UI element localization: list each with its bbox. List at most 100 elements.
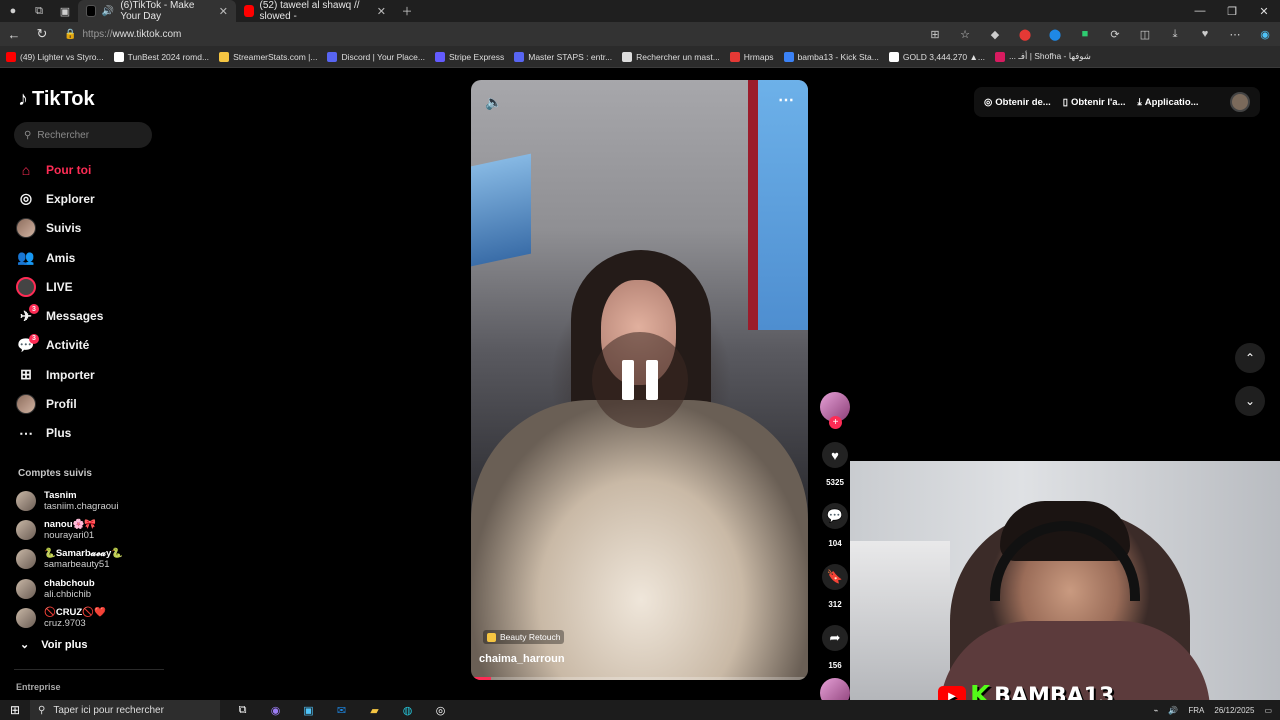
video-author[interactable]: chaima_harroun bbox=[479, 653, 565, 665]
author-avatar[interactable]: + bbox=[820, 392, 850, 429]
effect-tag[interactable]: Beauty Retouch bbox=[483, 630, 565, 644]
bookmark[interactable]: TunBest 2024 romd... bbox=[113, 51, 209, 62]
url-protocol: https:// bbox=[82, 28, 113, 40]
minimize-icon[interactable]: — bbox=[1184, 5, 1216, 18]
network-icon[interactable]: ⌁ bbox=[1154, 706, 1159, 715]
split-screen-icon[interactable]: ◫ bbox=[1130, 28, 1160, 41]
follow-plus-icon[interactable]: + bbox=[829, 416, 842, 429]
bookmark[interactable]: bamba13 - Kick Sta... bbox=[783, 51, 879, 62]
tiktok-logo[interactable]: ♪ TikTok bbox=[18, 88, 95, 111]
bookmark[interactable]: ... أفـ | Shofha - شوفها bbox=[994, 51, 1091, 62]
tab-actions-icon[interactable]: ▣ bbox=[52, 0, 78, 22]
save-action[interactable]: 🔖 312 bbox=[820, 564, 850, 609]
app-available-icon[interactable]: ⊞ bbox=[920, 28, 950, 41]
close-tab-icon[interactable]: ✕ bbox=[377, 5, 386, 18]
extensions-puzzle-icon[interactable]: ⟳ bbox=[1100, 28, 1130, 41]
window-close-icon[interactable]: ✕ bbox=[1248, 5, 1280, 18]
task-view-icon[interactable]: ⧉ bbox=[226, 704, 259, 717]
extension-icon[interactable]: ■ bbox=[1070, 28, 1100, 41]
language-indicator[interactable]: FRA bbox=[1188, 706, 1204, 715]
user-avatar[interactable] bbox=[1230, 92, 1250, 112]
bookmark-favicon-icon bbox=[783, 51, 794, 62]
sidebar-item-live[interactable]: LIVE bbox=[16, 272, 103, 301]
more-options-icon[interactable]: ⋯ bbox=[778, 90, 794, 110]
favorite-star-icon[interactable]: ☆ bbox=[950, 28, 980, 41]
following-account[interactable]: Tasnim tasniim.chagraoui bbox=[16, 486, 123, 515]
search-input[interactable]: ⚲ Rechercher bbox=[14, 122, 152, 148]
get-coins-button[interactable]: ◎ Obtenir de... bbox=[984, 97, 1051, 108]
bookmark[interactable]: Discord | Your Place... bbox=[327, 51, 425, 62]
copilot-icon[interactable]: ◉ bbox=[1250, 28, 1280, 41]
bookmark[interactable]: StreamerStats.com |... bbox=[219, 51, 317, 62]
sidebar-item-pour-toi[interactable]: ⌂ Pour toi bbox=[16, 155, 103, 184]
windows-start-icon[interactable]: ⊞ bbox=[0, 703, 30, 717]
video-progress-bar[interactable] bbox=[471, 677, 808, 680]
following-account[interactable]: 🚫CRUZ🚫❤️ cruz.9703 bbox=[16, 603, 123, 632]
like-action[interactable]: ♥ 5325 bbox=[820, 442, 850, 487]
bookmark[interactable]: Stripe Express bbox=[434, 51, 504, 62]
previous-video-button[interactable]: ⌃ bbox=[1235, 343, 1265, 373]
comment-icon[interactable]: 💬 bbox=[822, 503, 848, 529]
entreprise-link[interactable]: Entreprise bbox=[16, 682, 61, 692]
new-tab-icon[interactable]: ＋ bbox=[394, 0, 420, 22]
bookmark[interactable]: Master STAPS : entr... bbox=[514, 51, 612, 62]
bookmark[interactable]: GOLD 3,444.270 ▲... bbox=[888, 51, 985, 62]
site-info-icon[interactable]: 🔒 bbox=[64, 29, 76, 40]
share-action[interactable]: ➦ 156 bbox=[820, 625, 850, 670]
sidebar-item-explorer[interactable]: ◎ Explorer bbox=[16, 184, 103, 213]
obs-icon[interactable]: ◎ bbox=[424, 704, 457, 717]
extension-icon[interactable]: ⬤ bbox=[1010, 28, 1040, 41]
bookmark[interactable]: (49) Lighter vs Styro... bbox=[6, 51, 104, 62]
volume-icon[interactable]: 🔈 bbox=[485, 94, 502, 111]
video-player[interactable]: 🔈 ⋯ Beauty Retouch chaima_harroun bbox=[471, 80, 808, 680]
next-video-button[interactable]: ⌄ bbox=[1235, 386, 1265, 416]
tab-tiktok[interactable]: 🔊 (6)TikTok - Make Your Day ✕ bbox=[78, 0, 236, 22]
bookmark[interactable]: Rechercher un mast... bbox=[622, 51, 720, 62]
sidebar-item-suivis[interactable]: Suivis bbox=[16, 214, 103, 243]
heart-icon[interactable]: ♥ bbox=[822, 442, 848, 468]
bookmark-icon[interactable]: 🔖 bbox=[822, 564, 848, 590]
workspaces-icon[interactable]: ⧉ bbox=[26, 0, 52, 22]
reload-icon[interactable]: ↻ bbox=[28, 26, 56, 42]
menu-dots-icon[interactable]: ⋯ bbox=[1220, 28, 1250, 41]
sidebar-item-profil[interactable]: Profil bbox=[16, 389, 103, 418]
tab-youtube[interactable]: (52) taweel al shawq // slowed - ✕ bbox=[236, 0, 394, 22]
following-account[interactable]: chabchoub ali.chbichib bbox=[16, 574, 123, 603]
sidebar-item-activite[interactable]: 💬 3 Activité bbox=[16, 331, 103, 360]
following-account[interactable]: 🐍Samarb𝓪𝓮𝓪y🐍 samarbeauty51 bbox=[16, 545, 123, 574]
address-bar[interactable]: 🔒 https://www.tiktok.com bbox=[64, 29, 181, 40]
bookmark-favicon-icon bbox=[327, 51, 338, 62]
sidebar-item-amis[interactable]: 👥 Amis bbox=[16, 243, 103, 272]
clock-date[interactable]: 26/12/2025 bbox=[1214, 706, 1254, 715]
edge-icon[interactable]: ◍ bbox=[391, 704, 424, 717]
maximize-icon[interactable]: ❐ bbox=[1216, 5, 1248, 18]
copilot-app-icon[interactable]: ◉ bbox=[259, 704, 292, 717]
sidebar-item-importer[interactable]: ⊞ Importer bbox=[16, 360, 103, 389]
sidebar-item-messages[interactable]: ✈ 3 Messages bbox=[16, 301, 103, 330]
share-icon[interactable]: ➦ bbox=[822, 625, 848, 651]
store-icon[interactable]: ▣ bbox=[292, 704, 325, 717]
desktop-app-button[interactable]: ⤓ Applicatio... bbox=[1138, 97, 1199, 108]
bookmark[interactable]: Hrmaps bbox=[729, 51, 774, 62]
profile-icon[interactable]: ● bbox=[0, 0, 26, 22]
performance-icon[interactable]: ♥ bbox=[1190, 28, 1220, 41]
pause-button[interactable] bbox=[592, 332, 688, 428]
close-tab-icon[interactable]: ✕ bbox=[219, 5, 228, 18]
following-account[interactable]: nanou🌸🎀 nourayari01 bbox=[16, 515, 123, 544]
sidebar-nav: ⌂ Pour toi ◎ Explorer Suivis 👥 Amis LIVE… bbox=[16, 155, 103, 448]
outlook-icon[interactable]: ✉ bbox=[325, 704, 358, 717]
extension-icon[interactable]: ⬤ bbox=[1040, 28, 1070, 41]
back-icon[interactable]: ← bbox=[0, 27, 28, 42]
file-explorer-icon[interactable]: ▰ bbox=[358, 704, 391, 717]
downloads-icon[interactable]: ⤓ bbox=[1160, 28, 1190, 41]
notifications-icon[interactable]: ▭ bbox=[1264, 706, 1272, 715]
extension-icon[interactable]: ◆ bbox=[980, 28, 1010, 41]
comment-action[interactable]: 💬 104 bbox=[820, 503, 850, 548]
volume-icon[interactable]: 🔊 bbox=[1168, 706, 1178, 715]
speaker-icon[interactable]: 🔊 bbox=[102, 6, 114, 17]
sidebar-item-plus[interactable]: ⋯ Plus bbox=[16, 419, 103, 448]
avatar bbox=[16, 578, 36, 599]
get-app-button[interactable]: ▯ Obtenir l'a... bbox=[1063, 97, 1126, 108]
voir-plus-button[interactable]: ⌄ Voir plus bbox=[20, 638, 87, 652]
taskbar-search[interactable]: ⚲ Taper ici pour rechercher bbox=[30, 700, 220, 720]
